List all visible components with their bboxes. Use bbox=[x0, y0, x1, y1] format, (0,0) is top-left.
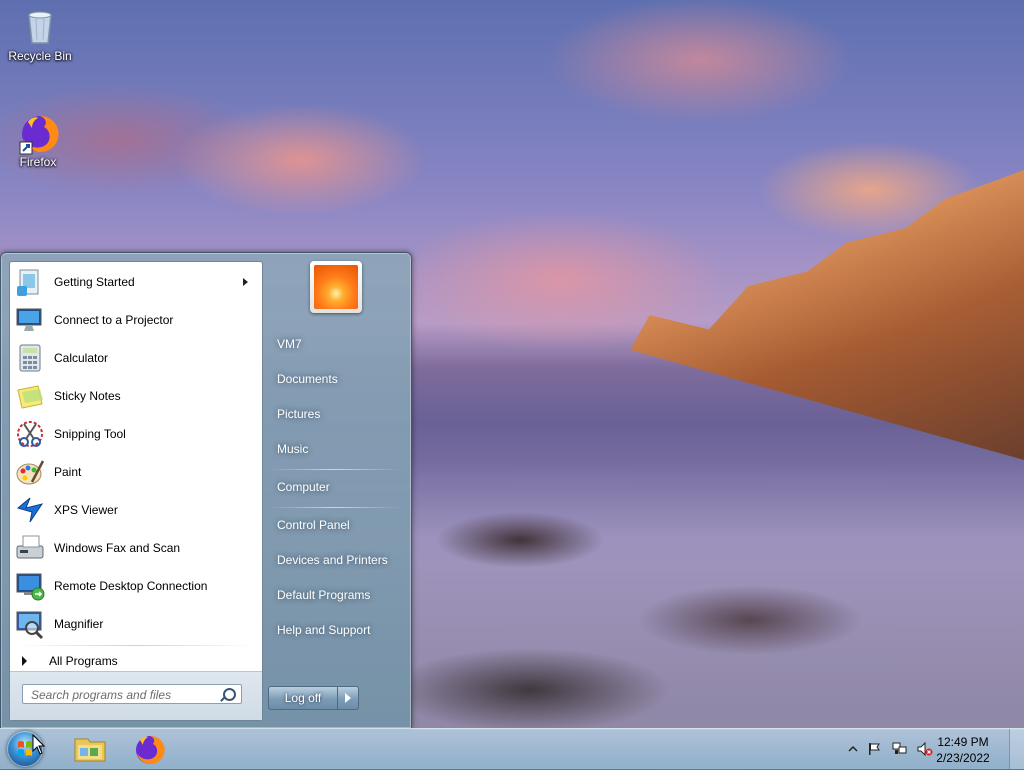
search-area: Search programs and files bbox=[10, 671, 262, 720]
program-xps-viewer[interactable]: XPS Viewer bbox=[12, 492, 258, 528]
link-music[interactable]: Music bbox=[267, 433, 407, 465]
taskbar: 12:49 PM 2/23/2022 bbox=[0, 728, 1024, 769]
wallpaper-shore bbox=[410, 460, 1024, 730]
windows-explorer-icon bbox=[74, 738, 106, 762]
link-user-folder[interactable]: VM7 bbox=[267, 328, 407, 360]
program-remote-desktop[interactable]: Remote Desktop Connection bbox=[12, 568, 258, 604]
user-avatar-flower-icon bbox=[314, 265, 358, 309]
mouse-cursor-icon bbox=[32, 734, 46, 755]
program-label: Windows Fax and Scan bbox=[54, 541, 181, 555]
search-placeholder: Search programs and files bbox=[31, 688, 172, 702]
program-sticky-notes[interactable]: Sticky Notes bbox=[12, 378, 258, 414]
show-desktop-button[interactable] bbox=[1009, 729, 1024, 769]
fax-icon bbox=[14, 532, 46, 564]
start-menu: Getting Started Connect to a Projector C… bbox=[0, 252, 412, 729]
link-default-programs[interactable]: Default Programs bbox=[267, 579, 407, 611]
taskbar-explorer-button[interactable] bbox=[62, 731, 118, 767]
search-icon[interactable] bbox=[223, 688, 236, 701]
link-help-support[interactable]: Help and Support bbox=[267, 614, 407, 646]
chevron-right-icon bbox=[345, 693, 351, 703]
desktop-icon-recycle-bin[interactable]: Recycle Bin bbox=[2, 6, 78, 63]
system-clock[interactable]: 12:49 PM 2/23/2022 bbox=[928, 734, 998, 766]
link-documents[interactable]: Documents bbox=[267, 363, 407, 395]
program-label: Magnifier bbox=[54, 617, 104, 631]
program-label: XPS Viewer bbox=[54, 503, 118, 517]
program-label: Remote Desktop Connection bbox=[54, 579, 208, 593]
user-picture[interactable] bbox=[310, 261, 362, 313]
divider bbox=[16, 645, 256, 646]
xps-viewer-icon bbox=[14, 494, 46, 526]
divider bbox=[269, 469, 401, 470]
program-label: Connect to a Projector bbox=[54, 313, 174, 327]
program-label: Calculator bbox=[54, 351, 109, 365]
firefox-icon bbox=[18, 112, 59, 155]
clock-date: 2/23/2022 bbox=[936, 751, 990, 765]
all-programs-arrow-icon bbox=[22, 656, 27, 666]
program-calculator[interactable]: Calculator bbox=[12, 340, 258, 376]
program-getting-started[interactable]: Getting Started bbox=[12, 264, 258, 300]
program-connect-projector[interactable]: Connect to a Projector bbox=[12, 302, 258, 338]
link-pictures[interactable]: Pictures bbox=[267, 398, 407, 430]
program-magnifier[interactable]: Magnifier bbox=[12, 606, 258, 642]
program-label: Snipping Tool bbox=[54, 427, 126, 441]
recycle-bin-icon bbox=[20, 6, 60, 46]
clock-time: 12:49 PM bbox=[937, 735, 989, 749]
desktop-icon-label: Recycle Bin bbox=[8, 49, 72, 63]
program-snipping-tool[interactable]: Snipping Tool bbox=[12, 416, 258, 452]
search-input[interactable]: Search programs and files bbox=[22, 684, 242, 704]
start-menu-programs-pane: Getting Started Connect to a Projector C… bbox=[9, 261, 263, 721]
wallpaper-cliff bbox=[630, 170, 1024, 460]
show-hidden-icons-chevron[interactable] bbox=[846, 742, 860, 756]
desktop-icon-label: Firefox bbox=[19, 155, 57, 169]
taskbar-firefox-button[interactable] bbox=[122, 731, 178, 767]
shutdown-options-button[interactable] bbox=[337, 686, 359, 710]
firefox-icon bbox=[136, 735, 165, 764]
program-label: Sticky Notes bbox=[54, 389, 121, 403]
program-label: Getting Started bbox=[54, 275, 135, 289]
calculator-icon bbox=[14, 342, 46, 374]
link-computer[interactable]: Computer bbox=[267, 471, 407, 503]
desktop-icon-firefox[interactable]: Firefox bbox=[0, 112, 76, 169]
magnifier-icon bbox=[14, 608, 46, 640]
link-control-panel[interactable]: Control Panel bbox=[267, 509, 407, 541]
submenu-arrow-icon[interactable] bbox=[243, 278, 248, 286]
getting-started-icon bbox=[14, 266, 46, 298]
program-label: Paint bbox=[54, 465, 82, 479]
network-icon[interactable] bbox=[892, 742, 907, 756]
divider bbox=[269, 507, 401, 508]
paint-palette-icon bbox=[14, 456, 46, 488]
scissors-icon bbox=[14, 418, 46, 450]
program-fax-scan[interactable]: Windows Fax and Scan bbox=[12, 530, 258, 566]
all-programs-label: All Programs bbox=[49, 654, 118, 668]
sticky-notes-icon bbox=[14, 380, 46, 412]
program-paint[interactable]: Paint bbox=[12, 454, 258, 490]
remote-desktop-icon bbox=[14, 570, 46, 602]
log-off-button[interactable]: Log off bbox=[268, 686, 338, 710]
link-devices-printers[interactable]: Devices and Printers bbox=[267, 544, 407, 576]
action-center-flag-icon[interactable] bbox=[867, 742, 881, 756]
projector-icon bbox=[14, 304, 46, 336]
